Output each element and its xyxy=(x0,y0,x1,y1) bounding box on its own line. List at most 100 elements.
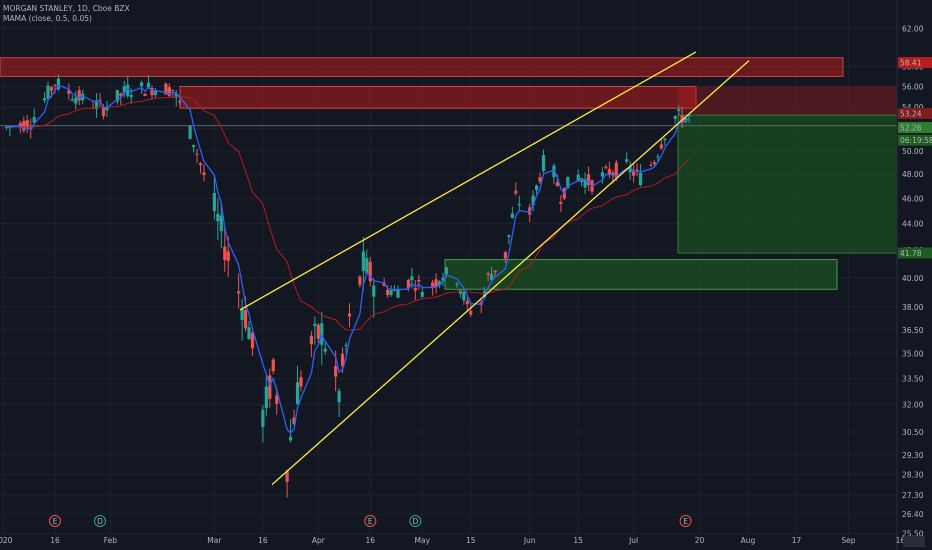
time-tick-label: Mar xyxy=(207,536,222,545)
time-tick-label: 2020 xyxy=(0,536,13,545)
candle-body xyxy=(226,251,230,261)
candle-body xyxy=(632,171,636,176)
candle-body xyxy=(469,311,473,315)
profit-target-zone xyxy=(677,114,901,254)
price-tick-label: 48.00 xyxy=(902,170,924,179)
chart-legend: MORGAN STANLEY, 1D, Cboe BZX MAMA (close… xyxy=(3,4,130,24)
price-tick-label: 40.00 xyxy=(902,274,924,283)
time-tick-label: 17 xyxy=(792,536,802,545)
candle-body xyxy=(365,258,369,273)
candle-body xyxy=(656,156,660,158)
time-tick-label: 15 xyxy=(466,536,476,545)
price-tick-label: 35.00 xyxy=(902,350,924,359)
price-tick-label: 28.30 xyxy=(902,471,924,480)
candle-body xyxy=(444,267,449,275)
candle-body xyxy=(237,291,241,294)
candle-body xyxy=(638,172,643,186)
time-tick-label: Jun xyxy=(523,536,536,545)
candle-body xyxy=(77,90,81,101)
candle-body xyxy=(202,172,206,176)
candle-body xyxy=(358,276,362,285)
candle-body xyxy=(316,324,320,339)
candle-body xyxy=(195,153,199,155)
candle-body xyxy=(101,107,106,117)
price-badge-label: 06:19:58 xyxy=(900,136,932,145)
candle-body xyxy=(299,377,303,387)
svg-text:E: E xyxy=(368,517,373,526)
support-zone xyxy=(444,259,838,290)
time-tick-label: Jul xyxy=(628,536,638,545)
price-tick-label: 30.50 xyxy=(902,428,924,437)
earnings-marker: E xyxy=(48,515,61,527)
time-tick-label: 16 xyxy=(366,536,376,545)
candle-body xyxy=(264,386,268,409)
candle-body xyxy=(247,327,251,340)
candle-body xyxy=(216,213,220,222)
candle-body xyxy=(323,348,327,352)
earnings-marker: E xyxy=(679,515,692,527)
candle-body xyxy=(288,436,293,441)
candle-body xyxy=(486,273,490,275)
candle-body xyxy=(171,89,175,91)
candle-body xyxy=(541,155,546,172)
candle-body xyxy=(559,201,563,204)
candle-body xyxy=(652,162,657,165)
svg-text:D: D xyxy=(97,517,103,526)
candle-body xyxy=(178,101,182,103)
time-tick-label: 20 xyxy=(695,536,705,545)
price-badge-label: 53.24 xyxy=(900,109,922,118)
price-badge-label: 52.26 xyxy=(900,124,922,133)
candle-body xyxy=(74,97,78,104)
time-tick-label: 15 xyxy=(573,536,583,545)
indicator-label: MAMA (close, 0.5, 0.05) xyxy=(3,14,92,23)
candle-body xyxy=(417,279,421,282)
candle-body xyxy=(334,366,338,377)
resistance-zone-lower xyxy=(179,85,697,109)
price-tick-label: 26.40 xyxy=(902,510,924,519)
candle-body xyxy=(18,123,22,126)
candle-body xyxy=(663,138,667,141)
candle-body xyxy=(389,290,393,295)
candle-body xyxy=(309,335,313,345)
price-tick-label: 46.00 xyxy=(902,194,924,203)
svg-text:D: D xyxy=(412,517,418,526)
time-tick-label: May xyxy=(415,536,431,545)
candle-body xyxy=(223,246,227,261)
price-chart[interactable]: 62.0058.0056.0054.0052.0050.0048.0046.00… xyxy=(0,0,932,550)
svg-text:E: E xyxy=(53,517,58,526)
price-badge-label: 58.41 xyxy=(900,59,922,68)
candle-body xyxy=(677,109,681,112)
candle-body xyxy=(70,99,74,101)
candle-body xyxy=(295,382,300,405)
candle-body xyxy=(604,166,608,168)
price-tick-label: 29.30 xyxy=(902,451,924,460)
candle-body xyxy=(659,144,663,149)
candle-body xyxy=(53,84,57,86)
candle-body xyxy=(22,121,26,131)
symbol-label: MORGAN STANLEY, 1D, Cboe BZX xyxy=(3,4,130,13)
dividend-marker: D xyxy=(409,515,422,527)
candle-body xyxy=(649,164,653,166)
time-tick-label: 16 xyxy=(258,536,268,545)
price-tick-label: 62.00 xyxy=(902,25,924,34)
candle-body xyxy=(410,276,414,281)
price-tick-label: 56.00 xyxy=(902,82,924,91)
candle-body xyxy=(313,323,317,327)
tradingview-logo xyxy=(903,536,925,547)
candle-body xyxy=(261,409,265,427)
candle-body xyxy=(396,289,400,298)
candle-body xyxy=(503,251,508,259)
candle-body xyxy=(140,82,144,86)
candle-body xyxy=(673,115,677,119)
time-tick-label: 16 xyxy=(50,536,60,545)
candle-body xyxy=(337,391,341,403)
price-badge-label: 41.78 xyxy=(900,249,922,258)
candle-body xyxy=(517,203,521,206)
candle-body xyxy=(129,94,133,98)
candle-body xyxy=(431,282,435,287)
candle-body xyxy=(372,285,376,297)
price-tick-label: 50.00 xyxy=(902,147,924,156)
price-tick-label: 33.50 xyxy=(902,375,924,384)
price-tick-label: 27.30 xyxy=(902,491,924,500)
candle-body xyxy=(344,344,348,346)
